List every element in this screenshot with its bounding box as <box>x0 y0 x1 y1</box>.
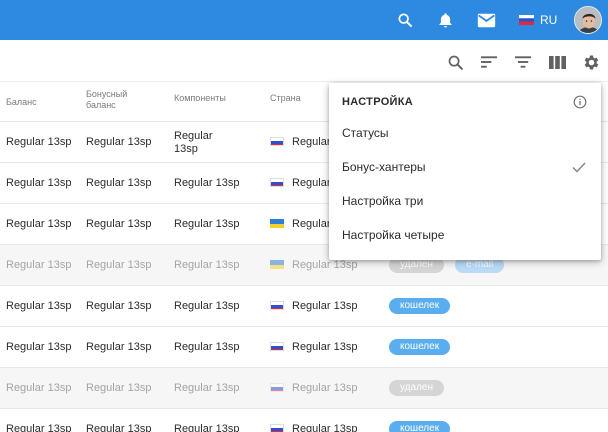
components-cell: Regular 13sp <box>174 423 240 432</box>
flag-ru-icon[interactable] <box>519 10 534 30</box>
column-header-components[interactable]: Компоненты <box>174 93 226 104</box>
bonus-balance-cell: Regular 13sp <box>86 382 152 394</box>
settings-menu-item[interactable]: Настройка четыре <box>329 218 601 252</box>
status-chip[interactable]: кошелек <box>389 421 451 432</box>
settings-menu-item[interactable]: Статусы <box>329 116 601 150</box>
flag-ru-icon <box>270 137 284 146</box>
balance-cell: Regular 13sp <box>6 136 72 148</box>
country-cell: Regular 13sp <box>292 341 358 353</box>
components-line2: 13sp <box>174 143 198 155</box>
bonus-balance-cell: Regular 13sp <box>86 177 152 189</box>
balance-cell: Regular 13sp <box>6 382 72 394</box>
bonus-balance-cell: Regular 13sp <box>86 423 152 432</box>
settings-menu-item-label: Статусы <box>342 126 389 140</box>
components-cell: Regular 13sp <box>174 382 240 394</box>
app-bar: RU <box>0 0 608 40</box>
flag-ru-icon <box>270 178 284 187</box>
column-header-country[interactable]: Страна <box>270 93 301 104</box>
flag-ru-icon <box>270 424 284 432</box>
flag-ru-icon <box>270 383 284 392</box>
balance-cell: Regular 13sp <box>6 423 72 432</box>
country-cell: Regular 13sp <box>292 423 358 432</box>
settings-menu-item-label: Бонус-хантеры <box>342 160 426 174</box>
bonus-balance-cell: Regular 13sp <box>86 136 152 148</box>
bonus-balance-cell: Regular 13sp <box>86 341 152 353</box>
settings-menu-title: НАСТРОЙКА <box>342 96 414 108</box>
country-cell: Regular 13sp <box>292 259 358 271</box>
language-label[interactable]: RU <box>540 13 557 27</box>
status-chip[interactable]: удален <box>389 380 444 396</box>
column-header-bonus-line2: баланс <box>86 100 116 110</box>
balance-cell: Regular 13sp <box>6 259 72 271</box>
bonus-balance-cell: Regular 13sp <box>86 300 152 312</box>
balance-cell: Regular 13sp <box>6 177 72 189</box>
bell-icon[interactable] <box>436 10 454 30</box>
avatar[interactable] <box>574 6 602 34</box>
bonus-balance-cell: Regular 13sp <box>86 218 152 230</box>
gear-icon[interactable] <box>581 52 601 72</box>
components-cell: Regular 13sp <box>174 341 240 353</box>
country-cell: Regular 13sp <box>292 382 358 394</box>
table-row[interactable]: Regular 13sp Regular 13sp Regular 13sp Regu… <box>0 409 608 432</box>
balance-cell: Regular 13sp <box>6 341 72 353</box>
components-cell: Regular 13sp <box>174 218 240 230</box>
settings-menu-item[interactable]: Бонус-хантеры <box>329 150 601 184</box>
flag-ua-icon <box>270 260 284 269</box>
column-header-bonus-line1: Бонусный <box>86 89 128 99</box>
settings-menu: НАСТРОЙКА Статусы Бонус-хантеры Настройка … <box>329 83 601 260</box>
status-chip[interactable]: кошелек <box>389 298 451 314</box>
flag-ua-icon <box>270 219 284 228</box>
components-line1: Regular <box>174 130 213 142</box>
columns-icon[interactable] <box>547 52 567 72</box>
mail-icon[interactable] <box>476 10 496 30</box>
status-chip[interactable]: кошелек <box>389 339 451 355</box>
flag-ru-icon <box>270 301 284 310</box>
info-icon[interactable] <box>573 95 587 109</box>
column-header-bonus-balance[interactable]: Бонусный баланс <box>86 89 127 111</box>
components-cell: Regular 13sp <box>174 300 240 312</box>
table-row[interactable]: Regular 13sp Regular 13sp Regular 13sp Regu… <box>0 327 608 368</box>
table-row[interactable]: Regular 13sp Regular 13sp Regular 13sp Regu… <box>0 368 608 409</box>
balance-cell: Regular 13sp <box>6 218 72 230</box>
settings-menu-item-label: Настройка четыре <box>342 228 445 242</box>
column-header-balance[interactable]: Баланс <box>6 97 37 108</box>
components-cell: Regular 13sp <box>174 130 213 156</box>
settings-menu-item-label: Настройка три <box>342 194 424 208</box>
search-icon[interactable] <box>445 52 465 72</box>
search-icon[interactable] <box>396 10 414 30</box>
check-icon <box>572 162 586 173</box>
flag-ru-icon <box>270 342 284 351</box>
bonus-balance-cell: Regular 13sp <box>86 259 152 271</box>
sort-icon[interactable] <box>479 52 499 72</box>
filter-icon[interactable] <box>513 52 533 72</box>
country-cell: Regular 13sp <box>292 300 358 312</box>
settings-menu-item[interactable]: Настройка три <box>329 184 601 218</box>
table-row[interactable]: Regular 13sp Regular 13sp Regular 13sp Regu… <box>0 286 608 327</box>
balance-cell: Regular 13sp <box>6 300 72 312</box>
components-cell: Regular 13sp <box>174 177 240 189</box>
components-cell: Regular 13sp <box>174 259 240 271</box>
